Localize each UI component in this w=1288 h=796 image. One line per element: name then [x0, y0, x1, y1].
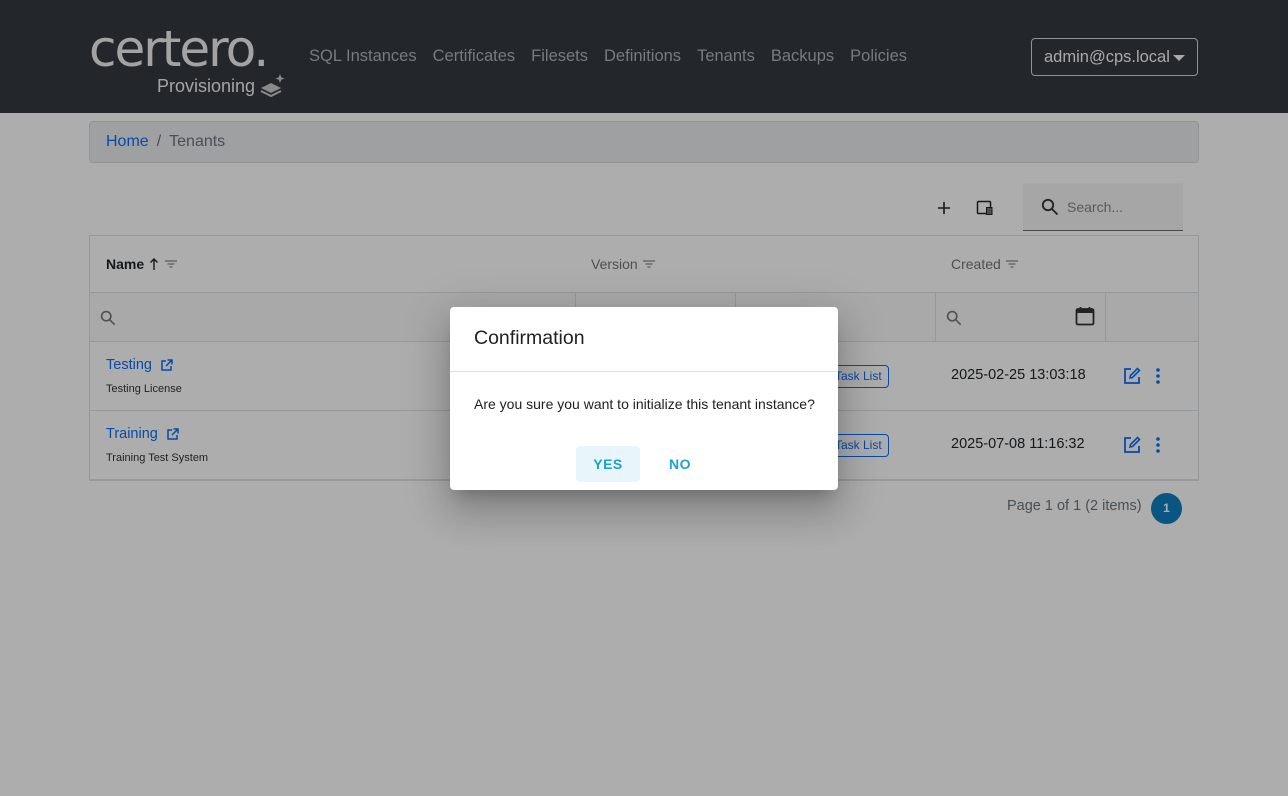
- confirmation-dialog: Confirmation Are you sure you want to in…: [450, 307, 838, 490]
- dialog-message: Are you sure you want to initialize this…: [474, 396, 815, 412]
- no-button[interactable]: NO: [648, 446, 712, 482]
- dialog-title: Confirmation: [474, 327, 585, 349]
- dialog-divider: [450, 371, 838, 372]
- yes-button[interactable]: YES: [576, 446, 640, 482]
